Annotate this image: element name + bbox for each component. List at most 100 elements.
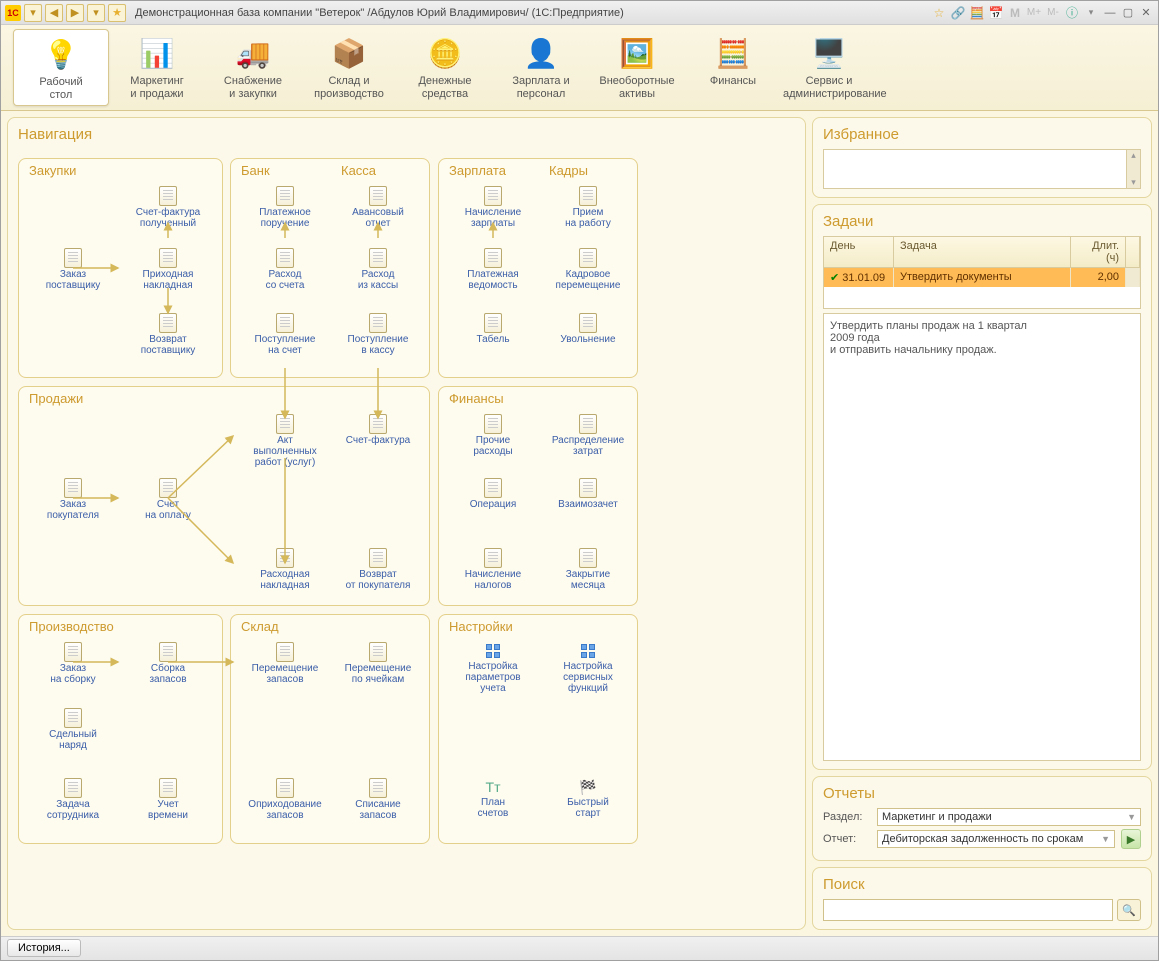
report-select[interactable]: Дебиторская задолженность по срокам▼: [877, 830, 1115, 848]
m-minus-button[interactable]: M-: [1045, 5, 1061, 21]
info-dropdown[interactable]: ▾: [1083, 5, 1099, 21]
app-window: 1C ▾ ◀ ▶ ▾ ★ Демонстрационная база компа…: [0, 0, 1159, 961]
document-icon: [579, 313, 597, 333]
doc-return-buyer[interactable]: Возврат от покупателя: [333, 548, 423, 591]
cfg-quick-start[interactable]: 🏁Быстрый старт: [543, 778, 633, 819]
favorites-panel: Избранное ▴▾: [812, 117, 1152, 198]
document-icon: [369, 414, 387, 434]
calculator-icon[interactable]: 🧮: [969, 5, 985, 21]
tab-warehouse-prod[interactable]: 📦Склад и производство: [301, 29, 397, 106]
document-icon: [276, 313, 294, 333]
tab-money[interactable]: 🪙Денежные средства: [397, 29, 493, 106]
tab-finance[interactable]: 🧮Финансы: [685, 29, 781, 106]
doc-expense-cash[interactable]: Расход из кассы: [333, 248, 423, 291]
doc-payment-order[interactable]: Платежное поручение: [240, 186, 330, 229]
task-row[interactable]: ✔ 31.01.09 Утвердить документы 2,00: [824, 268, 1140, 287]
back-button[interactable]: ◀: [45, 4, 63, 22]
bookmark-star-icon[interactable]: ☆: [931, 5, 947, 21]
truck-icon: 🚚: [229, 33, 277, 73]
col-duration[interactable]: Длит. (ч): [1071, 237, 1126, 267]
doc-time-tracking[interactable]: Учет времени: [123, 778, 213, 821]
favorites-list[interactable]: ▴▾: [823, 149, 1141, 189]
close-button[interactable]: ✕: [1138, 5, 1154, 21]
main-toolbar: 💡Рабочий стол 📊Маркетинг и продажи 🚚Снаб…: [1, 25, 1158, 111]
doc-invoice-issued[interactable]: Счет-фактура: [333, 414, 423, 446]
doc-cost-allocation[interactable]: Распределение затрат: [543, 414, 633, 457]
app-logo-icon: 1C: [5, 5, 21, 21]
document-icon: [159, 313, 177, 333]
cfg-chart-accounts[interactable]: ТтПлан счетов: [448, 778, 538, 819]
doc-advance-report[interactable]: Авансовый отчет: [333, 186, 423, 229]
run-report-button[interactable]: ▶: [1121, 829, 1141, 849]
forward-button[interactable]: ▶: [66, 4, 84, 22]
doc-payroll[interactable]: Начисление зарплаты: [448, 186, 538, 229]
tab-assets[interactable]: 🖼️Внеоборотные активы: [589, 29, 685, 106]
doc-buyer-order[interactable]: Заказ покупателя: [28, 478, 118, 521]
doc-receipt-account[interactable]: Поступление на счет: [240, 313, 330, 356]
search-button[interactable]: 🔍: [1117, 899, 1141, 921]
doc-cell-transfer[interactable]: Перемещение по ячейкам: [333, 642, 423, 685]
tab-salary[interactable]: 👤Зарплата и персонал: [493, 29, 589, 106]
minimize-button[interactable]: —: [1102, 5, 1118, 21]
tab-admin[interactable]: 🖥️Сервис и администрирование: [781, 29, 877, 106]
tab-desktop[interactable]: 💡Рабочий стол: [13, 29, 109, 106]
doc-netting[interactable]: Взаимозачет: [543, 478, 633, 510]
doc-outgoing-invoice[interactable]: Расходная накладная: [240, 548, 330, 591]
group-warehouse-title: Склад: [241, 619, 279, 634]
tasks-panel: Задачи День Задача Длит. (ч) ✔ 31.01.09 …: [812, 204, 1152, 770]
dropdown2-icon[interactable]: ▾: [87, 4, 105, 22]
doc-return-supplier[interactable]: Возврат поставщику: [123, 313, 213, 356]
doc-work-act[interactable]: Акт выполненных работ (услуг): [240, 414, 330, 468]
favorites-scrollbar[interactable]: ▴▾: [1126, 150, 1140, 188]
section-select[interactable]: Маркетинг и продажи▼: [877, 808, 1141, 826]
doc-order-supplier[interactable]: Заказ поставщику: [28, 248, 118, 291]
col-task[interactable]: Задача: [894, 237, 1071, 267]
dropdown-icon[interactable]: ▾: [24, 4, 42, 22]
history-button[interactable]: История...: [7, 939, 81, 957]
doc-payment-invoice[interactable]: Счет на оплату: [123, 478, 213, 521]
document-icon: [369, 248, 387, 268]
doc-hr-transfer[interactable]: Кадровое перемещение: [543, 248, 633, 291]
document-icon: [369, 313, 387, 333]
maximize-button[interactable]: ▢: [1120, 5, 1136, 21]
m-button[interactable]: M: [1007, 5, 1023, 21]
doc-piece-order[interactable]: Сдельный наряд: [28, 708, 118, 751]
link-icon[interactable]: 🔗: [950, 5, 966, 21]
doc-stock-assembly[interactable]: Сборка запасов: [123, 642, 213, 685]
document-icon: [579, 548, 597, 568]
cfg-service-funcs[interactable]: Настройка сервисных функций: [543, 642, 633, 694]
group-bank-title: Банк: [241, 163, 270, 178]
doc-operation[interactable]: Операция: [448, 478, 538, 510]
doc-month-close[interactable]: Закрытие месяца: [543, 548, 633, 591]
search-input[interactable]: [823, 899, 1113, 921]
doc-other-expenses[interactable]: Прочие расходы: [448, 414, 538, 457]
doc-expense-account[interactable]: Расход со счета: [240, 248, 330, 291]
doc-dismissal[interactable]: Увольнение: [543, 313, 633, 345]
doc-receipt-cash[interactable]: Поступление в кассу: [333, 313, 423, 356]
doc-incoming-invoice[interactable]: Приходная накладная: [123, 248, 213, 291]
tab-supply[interactable]: 🚚Снабжение и закупки: [205, 29, 301, 106]
doc-assembly-order[interactable]: Заказ на сборку: [28, 642, 118, 685]
col-day[interactable]: День: [824, 237, 894, 267]
info-icon[interactable]: ⓘ: [1064, 5, 1080, 21]
config-icon: [484, 642, 502, 660]
doc-stock-capitalize[interactable]: Оприходование запасов: [240, 778, 330, 821]
tab-marketing[interactable]: 📊Маркетинг и продажи: [109, 29, 205, 106]
report-label: Отчет:: [823, 833, 871, 845]
document-icon: [579, 186, 597, 206]
document-icon: [159, 248, 177, 268]
doc-invoice-received[interactable]: Счет-фактура полученный: [123, 186, 213, 229]
favorite-star-icon[interactable]: ★: [108, 4, 126, 22]
doc-pay-sheet[interactable]: Платежная ведомость: [448, 248, 538, 291]
cfg-accounting-params[interactable]: Настройка параметров учета: [448, 642, 538, 694]
doc-employee-task[interactable]: Задача сотрудника: [28, 778, 118, 821]
document-icon: [579, 478, 597, 498]
calendar-icon[interactable]: 📅: [988, 5, 1004, 21]
doc-tax-charge[interactable]: Начисление налогов: [448, 548, 538, 591]
doc-stock-transfer[interactable]: Перемещение запасов: [240, 642, 330, 685]
doc-stock-writeoff[interactable]: Списание запасов: [333, 778, 423, 821]
doc-timesheet[interactable]: Табель: [448, 313, 538, 345]
document-icon: [159, 478, 177, 498]
m-plus-button[interactable]: M+: [1026, 5, 1042, 21]
doc-hiring[interactable]: Прием на работу: [543, 186, 633, 229]
